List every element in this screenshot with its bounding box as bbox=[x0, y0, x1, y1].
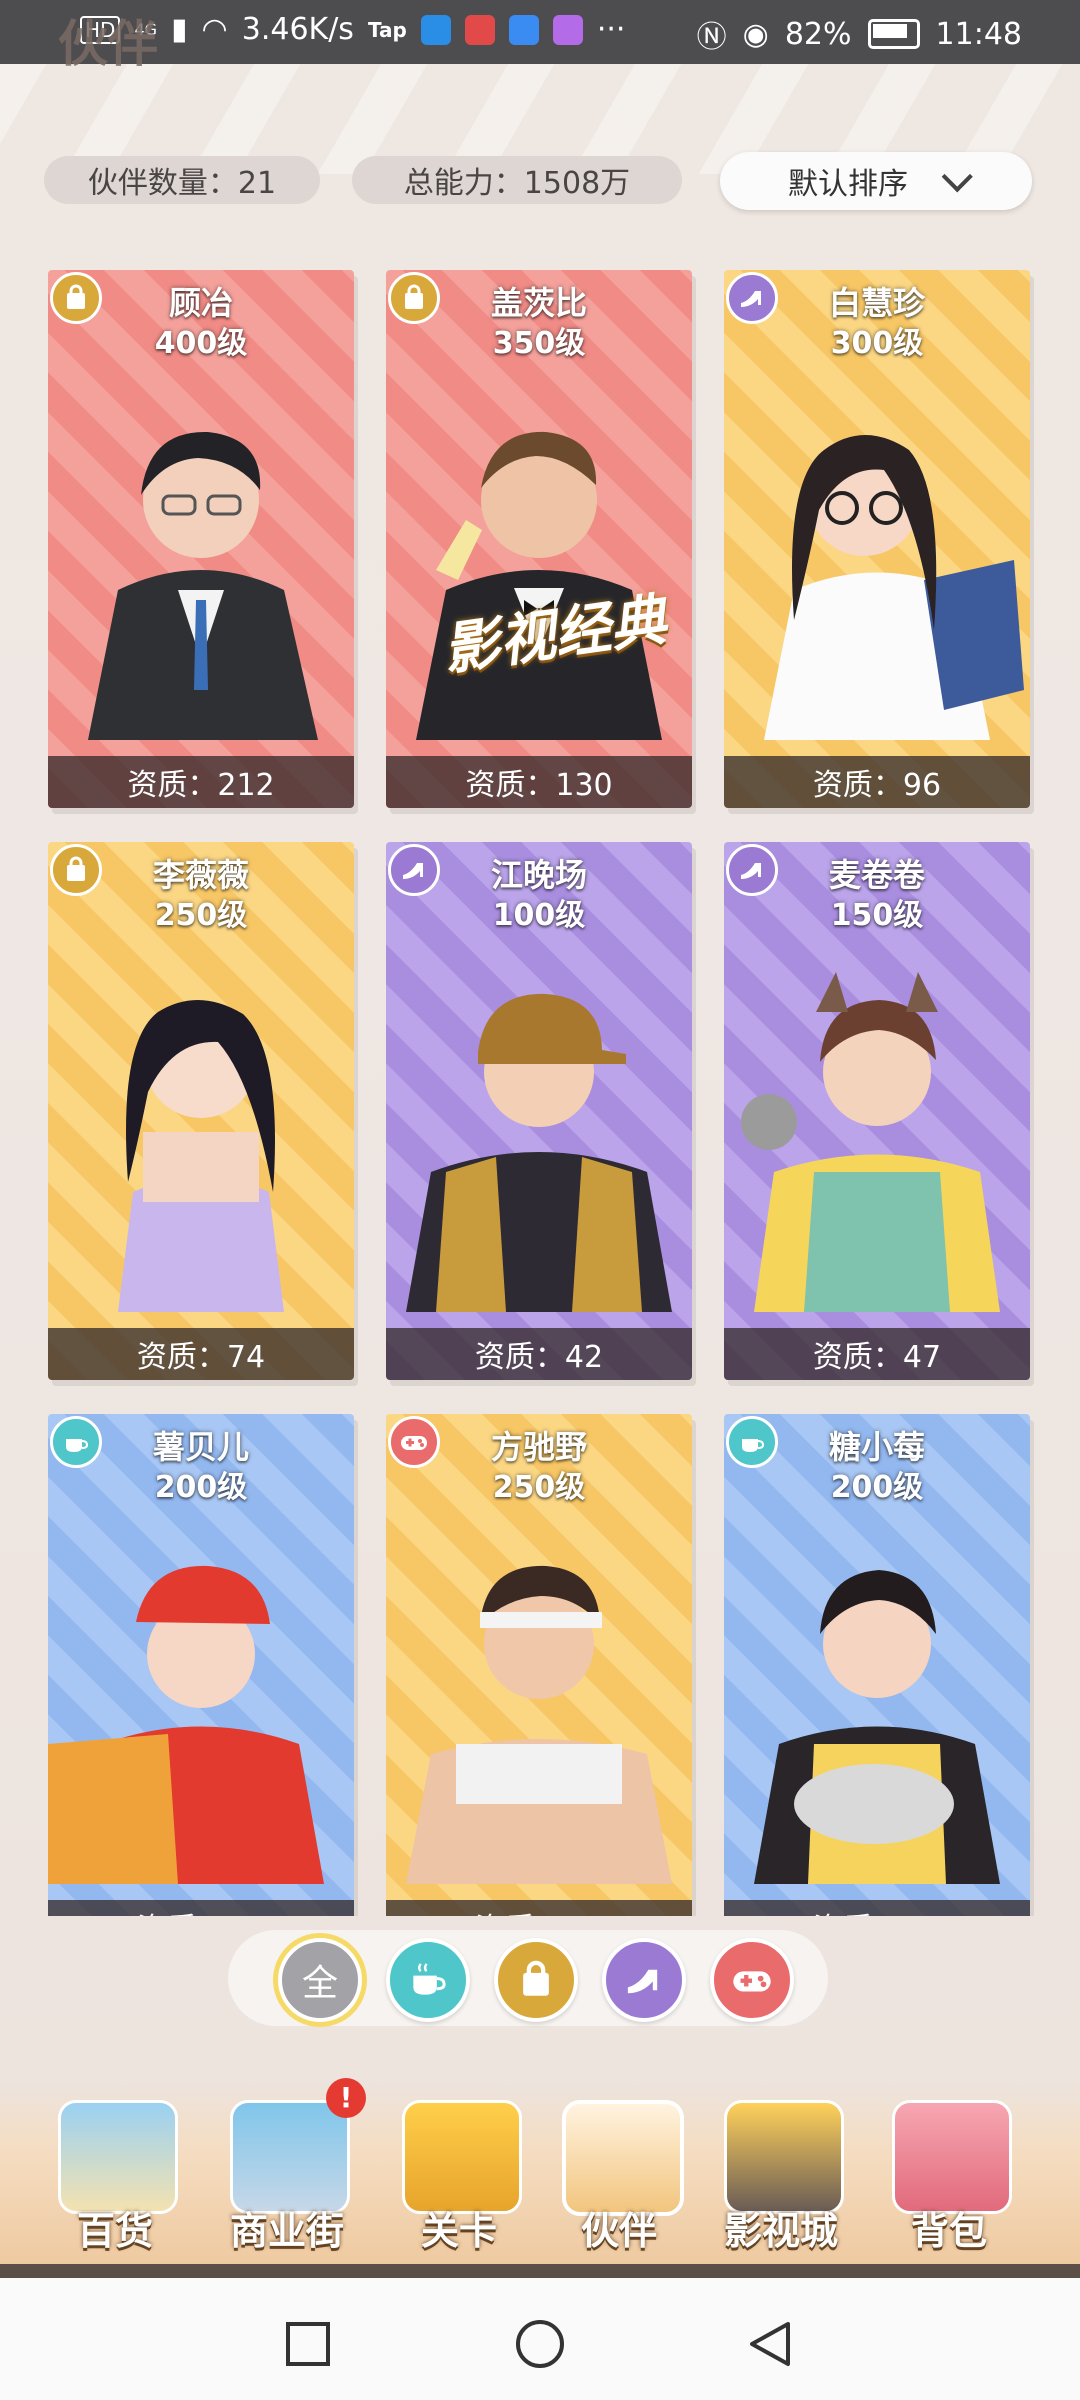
partner-level: 200级 bbox=[830, 1470, 924, 1505]
battery-icon bbox=[867, 19, 920, 49]
partner-aptitude: 资质：81 bbox=[386, 1900, 692, 1916]
nav-department-store[interactable]: 百货 bbox=[40, 2090, 190, 2260]
partner-level: 250级 bbox=[154, 898, 248, 933]
filter-cafe-button[interactable] bbox=[386, 1938, 470, 2022]
nav-stages[interactable]: 关卡 bbox=[384, 2090, 534, 2260]
partner-portrait bbox=[754, 1570, 1000, 1884]
nav-label: 商业街 bbox=[229, 2209, 344, 2253]
department-store-icon bbox=[58, 2100, 178, 2214]
nav-film-city[interactable]: 影视城 bbox=[706, 2090, 856, 2260]
clock: 11:48 bbox=[935, 16, 1022, 52]
partner-card[interactable]: 白慧珍 300级 资质：96 bbox=[724, 270, 1030, 808]
nfc-icon: Ⓝ bbox=[696, 20, 727, 55]
partner-aptitude: 资质：96 bbox=[724, 756, 1030, 808]
eye-icon: ◉ bbox=[742, 16, 769, 52]
nav-label: 背包 bbox=[910, 2209, 987, 2253]
partner-card[interactable]: 李薇薇 250级 资质：74 bbox=[48, 842, 354, 1380]
filter-all-label: 全 bbox=[301, 1963, 338, 2004]
filter-all-button[interactable]: 全 bbox=[278, 1938, 362, 2022]
notification-badge: ! bbox=[326, 2078, 366, 2118]
partner-card[interactable]: 麦卷卷 150级 资质：47 bbox=[724, 842, 1030, 1380]
chevron-down-icon bbox=[941, 161, 973, 193]
partner-portrait bbox=[88, 431, 318, 740]
battery-level: 82% bbox=[784, 16, 852, 52]
sort-label: 默认排序 bbox=[788, 167, 908, 202]
wifi-icon: ◠ bbox=[201, 12, 228, 47]
partner-aptitude: 资质：46 bbox=[48, 1900, 354, 1916]
partner-grid: 顾冶 400级 资质：212 盖茨比 350级 影视经典 资质：130 白慧珍 … bbox=[0, 260, 1080, 1916]
tap-app-label: Tap bbox=[367, 17, 407, 42]
signal-icon: ▮ bbox=[171, 12, 188, 47]
partner-portrait bbox=[416, 431, 662, 740]
partner-portrait bbox=[48, 1565, 324, 1884]
film-camera-icon bbox=[724, 2100, 844, 2214]
recent-apps-icon[interactable] bbox=[284, 2320, 332, 2368]
partner-aptitude: 资质：130 bbox=[386, 756, 692, 808]
heel-icon bbox=[627, 1969, 658, 1994]
system-navigation-bar bbox=[0, 2278, 1080, 2400]
partner-portrait bbox=[741, 972, 1000, 1312]
partner-card[interactable]: 江晚场 100级 资质：42 bbox=[386, 842, 692, 1380]
nav-backpack[interactable]: 背包 bbox=[874, 2090, 1024, 2260]
partner-card[interactable]: 薯贝儿 200级 资质：46 bbox=[48, 1414, 354, 1916]
app-icon bbox=[420, 14, 451, 45]
partner-icon bbox=[562, 2100, 684, 2216]
cafe-icon bbox=[413, 1963, 446, 1995]
partner-aptitude: 资质：47 bbox=[724, 1328, 1030, 1380]
partner-card[interactable]: 顾冶 400级 资质：212 bbox=[48, 270, 354, 808]
partner-card[interactable]: 糖小莓 200级 资质：40 bbox=[724, 1414, 1030, 1916]
partner-level: 100级 bbox=[492, 898, 586, 933]
nav-label: 影视城 bbox=[723, 2209, 838, 2253]
city-icon bbox=[230, 2100, 350, 2214]
partner-level: 400级 bbox=[154, 326, 248, 361]
back-icon[interactable] bbox=[744, 2318, 796, 2370]
partner-level: 300级 bbox=[830, 326, 924, 361]
truck-icon bbox=[402, 2100, 522, 2214]
partner-portrait bbox=[764, 435, 1024, 740]
total-power: 总能力：1508万 bbox=[352, 156, 682, 204]
shop-icon bbox=[523, 1960, 549, 1996]
partner-card[interactable]: 盖茨比 350级 影视经典 资质：130 bbox=[386, 270, 692, 808]
app-icon bbox=[508, 14, 539, 45]
nav-divider bbox=[0, 2264, 1080, 2278]
partner-portrait bbox=[406, 993, 672, 1312]
status-bar: HD 4G ▮ ◠ 3.46K/s Tap ··· Ⓝ ◉ 82% 11:48 bbox=[0, 0, 1080, 64]
partner-level: 150级 bbox=[830, 898, 924, 933]
filter-game-button[interactable] bbox=[710, 1938, 794, 2022]
page-title: 伙伴 bbox=[58, 15, 158, 73]
partner-portrait bbox=[406, 1565, 672, 1884]
partner-aptitude: 资质：40 bbox=[724, 1900, 1030, 1916]
partner-aptitude: 资质：74 bbox=[48, 1328, 354, 1380]
nav-label: 伙伴 bbox=[580, 2209, 657, 2253]
partner-level: 350级 bbox=[492, 326, 586, 361]
partner-portrait bbox=[118, 999, 284, 1312]
partner-aptitude: 资质：42 bbox=[386, 1328, 692, 1380]
nav-label: 百货 bbox=[76, 2209, 153, 2253]
app-icon bbox=[464, 14, 495, 45]
partner-card[interactable]: 方驰野 250级 资质：81 bbox=[386, 1414, 692, 1916]
partner-count: 伙伴数量：21 bbox=[44, 156, 320, 204]
game-icon bbox=[733, 1971, 771, 1992]
filter-heel-button[interactable] bbox=[602, 1938, 686, 2022]
network-speed: 3.46K/s bbox=[241, 12, 354, 47]
sort-dropdown[interactable]: 默认排序 bbox=[720, 152, 1032, 210]
handbag-icon bbox=[892, 2100, 1012, 2214]
partner-aptitude: 资质：212 bbox=[48, 756, 354, 808]
partner-level: 200级 bbox=[154, 1470, 248, 1505]
home-icon[interactable] bbox=[514, 2318, 566, 2370]
app-icon bbox=[552, 14, 583, 45]
partner-level: 250级 bbox=[492, 1470, 586, 1505]
nav-label: 关卡 bbox=[420, 2209, 497, 2253]
nav-partners[interactable]: 伙伴 bbox=[544, 2090, 694, 2260]
filter-shop-button[interactable] bbox=[494, 1938, 578, 2022]
more-notifications: ··· bbox=[596, 12, 626, 47]
